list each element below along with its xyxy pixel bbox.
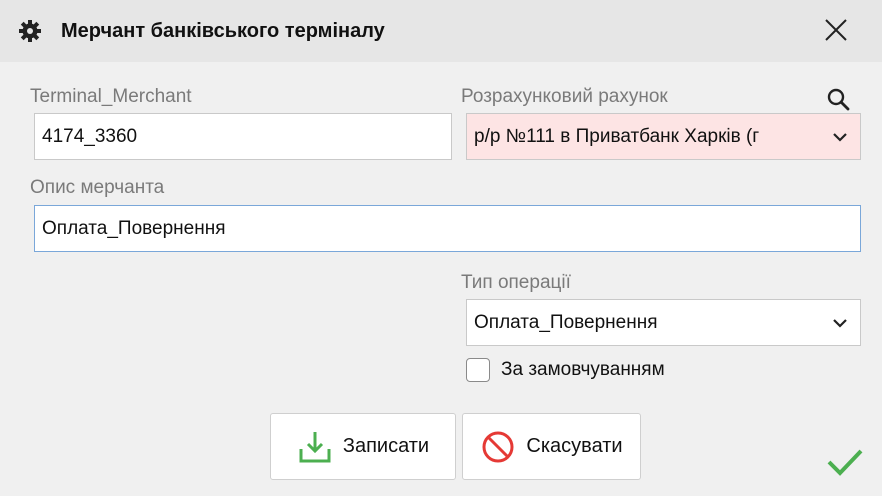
- operation-type-label: Тип операції: [461, 272, 571, 293]
- save-button-label: Записати: [342, 435, 430, 457]
- title-bar: Мерчант банківського терміналу: [0, 0, 882, 62]
- dialog-title: Мерчант банківського терміналу: [61, 20, 385, 42]
- operation-type-select[interactable]: Оплата_Повернення: [466, 299, 861, 346]
- save-download-icon: [299, 431, 331, 462]
- chevron-down-icon[interactable]: [832, 132, 848, 142]
- close-icon[interactable]: [822, 16, 850, 44]
- default-checkbox[interactable]: [466, 358, 490, 382]
- search-icon[interactable]: [826, 87, 850, 111]
- account-label: Розрахунковий рахунок: [461, 86, 668, 107]
- account-select[interactable]: р/р №111 в Приватбанк Харків (г: [466, 113, 861, 160]
- operation-type-value: Оплата_Повернення: [474, 311, 658, 333]
- terminal-merchant-label: Terminal_Merchant: [30, 86, 192, 107]
- checkmark-icon: [827, 449, 863, 476]
- gear-icon: [19, 20, 41, 42]
- description-label: Опис мерчанта: [30, 177, 165, 198]
- cancel-button-label: Скасувати: [526, 435, 623, 457]
- cancel-icon: [482, 431, 514, 462]
- description-input[interactable]: [42, 217, 860, 240]
- save-button[interactable]: Записати: [270, 413, 456, 480]
- default-checkbox-label[interactable]: За замовчуванням: [501, 359, 665, 381]
- account-select-value: р/р №111 в Приватбанк Харків (г: [474, 125, 760, 147]
- cancel-button[interactable]: Скасувати: [462, 413, 641, 480]
- chevron-down-icon[interactable]: [832, 318, 848, 328]
- description-field[interactable]: [34, 205, 861, 252]
- terminal-merchant-field[interactable]: [34, 113, 452, 160]
- terminal-merchant-input[interactable]: [42, 125, 451, 148]
